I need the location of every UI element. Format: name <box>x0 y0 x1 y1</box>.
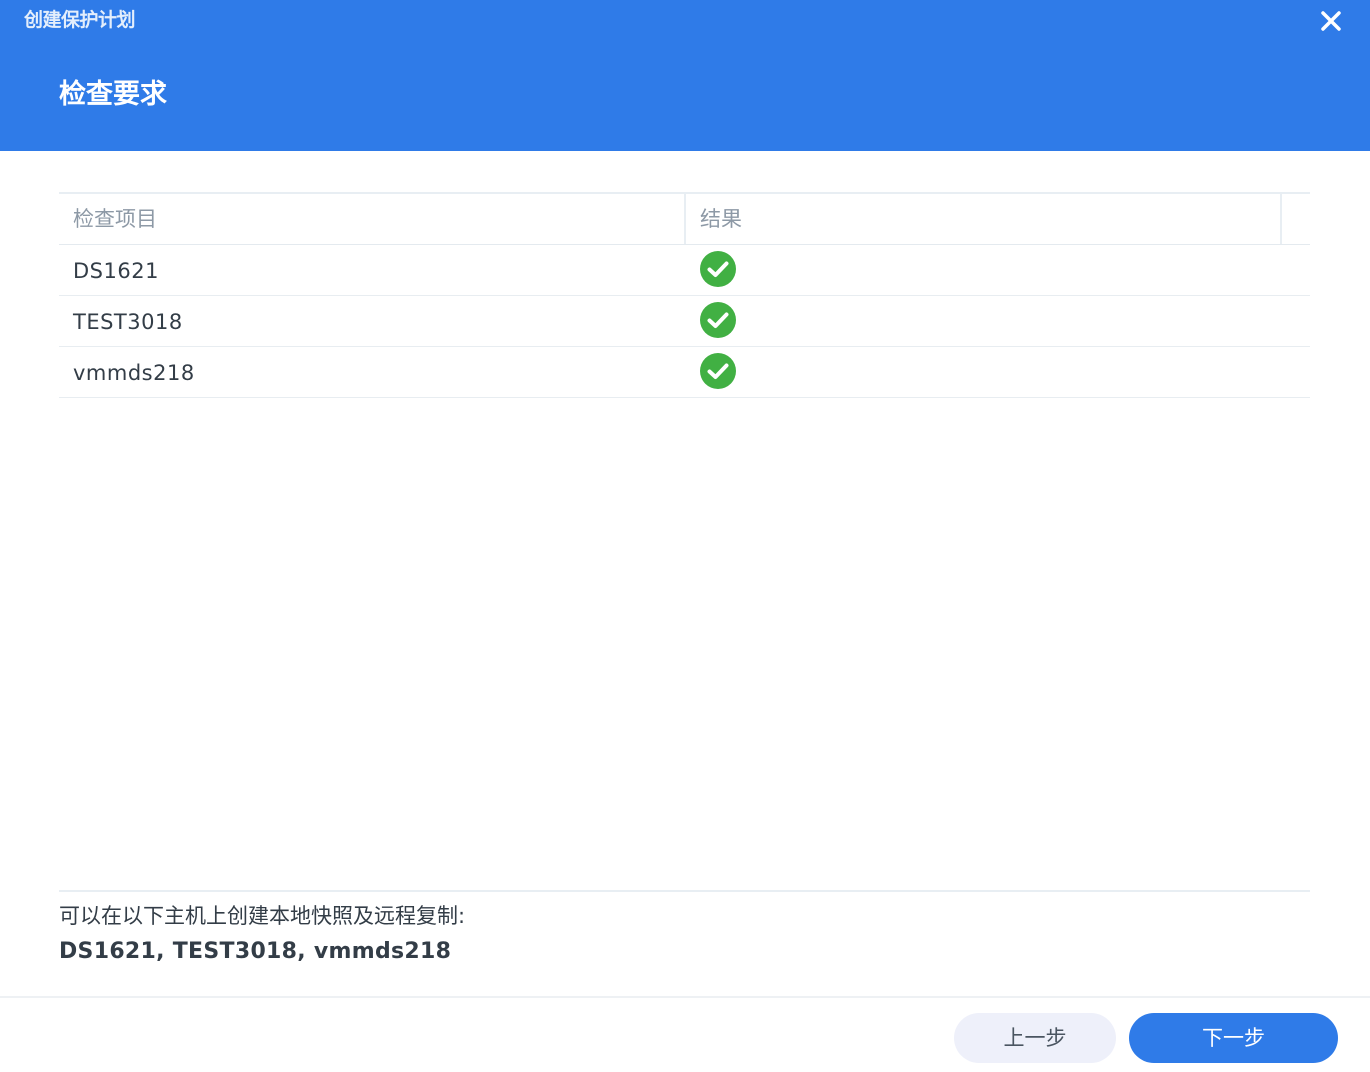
host-name: vmmds218 <box>73 361 195 385</box>
info-label: 可以在以下主机上创建本地快照及远程复制: <box>59 904 466 928</box>
page-title: 检查要求 <box>59 79 167 110</box>
column-divider[interactable] <box>1280 194 1282 244</box>
column-divider[interactable] <box>684 194 686 244</box>
check-circle-icon <box>700 251 736 287</box>
close-button[interactable] <box>1316 6 1346 36</box>
host-name: TEST3018 <box>73 310 183 334</box>
footer-divider <box>0 996 1370 998</box>
info-host-list: DS1621, TEST3018, vmmds218 <box>59 939 452 964</box>
window-title: 创建保护计划 <box>24 9 136 31</box>
host-name: DS1621 <box>73 259 159 283</box>
close-icon <box>1321 11 1341 31</box>
info-divider <box>59 890 1310 892</box>
table-row[interactable]: DS1621 <box>59 245 1310 296</box>
back-button[interactable]: 上一步 <box>954 1013 1116 1063</box>
check-circle-icon <box>700 353 736 389</box>
create-protection-plan-dialog: 创建保护计划 检查要求 检查项目 结果 DS1621 TEST3018 vmmd… <box>0 0 1370 1072</box>
table-header: 检查项目 结果 <box>59 194 1310 245</box>
table-row[interactable]: vmmds218 <box>59 347 1310 398</box>
dialog-header: 创建保护计划 检查要求 <box>0 0 1370 151</box>
next-button[interactable]: 下一步 <box>1129 1013 1338 1063</box>
check-circle-icon <box>700 302 736 338</box>
column-header-result[interactable]: 结果 <box>700 194 742 244</box>
requirements-table: 检查项目 结果 DS1621 TEST3018 vmmds218 <box>59 192 1310 398</box>
column-header-check-item[interactable]: 检查项目 <box>73 194 157 244</box>
table-row[interactable]: TEST3018 <box>59 296 1310 347</box>
